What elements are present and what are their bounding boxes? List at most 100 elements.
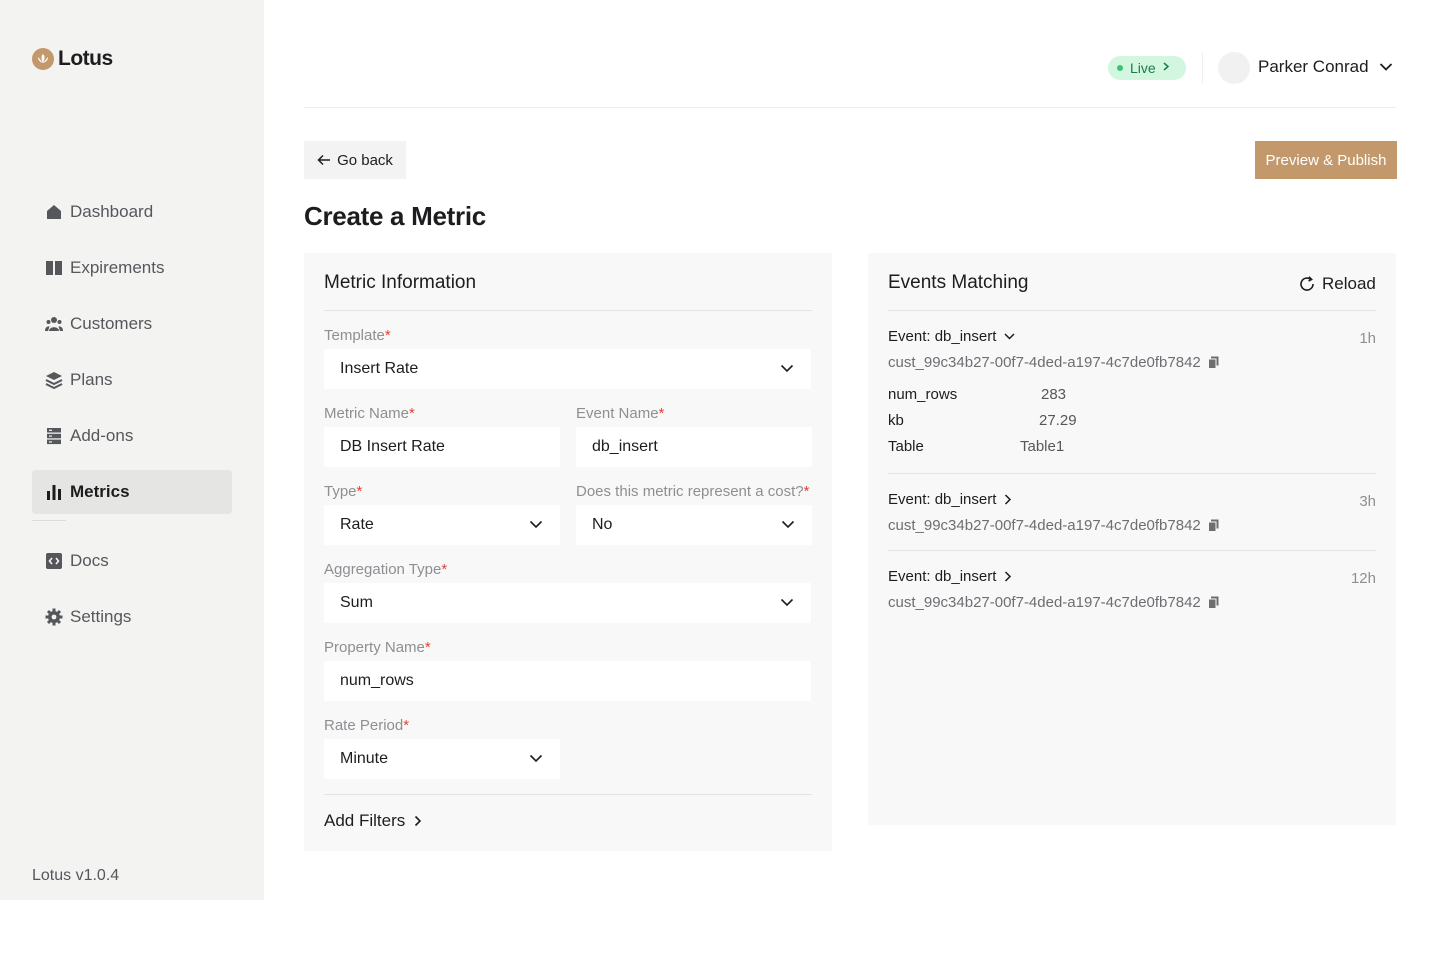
- event-name-value: db_insert: [592, 438, 658, 455]
- is-cost-select[interactable]: No: [576, 505, 812, 545]
- chevron-down-icon: [529, 520, 543, 529]
- property-key: kb: [888, 412, 904, 429]
- sidebar-item-label: Docs: [70, 551, 109, 570]
- is-cost-label: Does this metric represent a cost?*: [576, 483, 810, 500]
- metric-name-input[interactable]: DB Insert Rate: [324, 427, 560, 467]
- template-value: Insert Rate: [340, 360, 419, 377]
- sidebar-item-metrics[interactable]: Metrics: [32, 470, 232, 514]
- chevron-down-icon: [529, 754, 543, 763]
- event-customer: cust_99c34b27-00f7-4ded-a197-4c7de0fb784…: [888, 594, 1376, 611]
- metric-information-panel: Metric Information Template* Insert Rate…: [304, 253, 832, 851]
- logo[interactable]: Lotus: [32, 47, 113, 71]
- chevron-down-icon[interactable]: [1379, 62, 1393, 72]
- copy-icon[interactable]: [1207, 519, 1219, 532]
- aggregation-type-label: Aggregation Type*: [324, 561, 448, 578]
- chevron-down-icon: [1004, 333, 1015, 340]
- event-name-input[interactable]: db_insert: [576, 427, 812, 467]
- metric-name-label: Metric Name*: [324, 405, 415, 422]
- sidebar-item-plans[interactable]: Plans: [32, 358, 232, 402]
- event-time: 12h: [1350, 570, 1376, 587]
- add-filters-button[interactable]: Add Filters: [324, 811, 422, 831]
- property-key: num_rows: [888, 386, 958, 403]
- property-key: Table: [888, 438, 924, 455]
- template-select[interactable]: Insert Rate: [324, 349, 811, 389]
- sidebar: Lotus Dashboard Expirements Customers Pl…: [0, 0, 264, 900]
- event-toggle[interactable]: Event: db_insert: [888, 491, 1376, 508]
- refresh-icon: [1300, 276, 1314, 291]
- rate-period-value: Minute: [340, 750, 389, 767]
- event-property-row: Table Table1: [888, 438, 1188, 455]
- sidebar-item-docs[interactable]: Docs: [32, 539, 232, 583]
- sidebar-item-label: Metrics: [70, 482, 130, 501]
- panel-title: Metric Information: [324, 272, 477, 293]
- aggregation-type-value: Sum: [340, 594, 373, 611]
- event-name: Event: db_insert: [888, 328, 997, 345]
- property-name-value: num_rows: [340, 672, 414, 689]
- sidebar-item-label: Add-ons: [70, 426, 134, 445]
- property-value: 27.29: [1039, 412, 1077, 429]
- avatar[interactable]: [1218, 52, 1250, 84]
- template-label: Template*: [324, 327, 391, 344]
- chevron-down-icon: [780, 598, 794, 607]
- sidebar-divider: [32, 520, 66, 521]
- event-divider: [888, 550, 1376, 551]
- sidebar-item-label: Customers: [70, 314, 153, 333]
- sidebar-item-expirements[interactable]: Expirements: [32, 246, 232, 290]
- property-value: Table1: [1020, 438, 1065, 455]
- sidebar-item-add-ons[interactable]: Add-ons: [32, 414, 232, 458]
- chevron-right-icon: [1005, 571, 1012, 582]
- go-back-label: Go back: [337, 151, 393, 169]
- chevron-right-icon: [1005, 494, 1012, 505]
- event-item: Event: db_insert 12h cust_99c34b27-00f7-…: [888, 568, 1376, 611]
- is-cost-value: No: [592, 516, 613, 533]
- preview-publish-button[interactable]: Preview & Publish: [1255, 141, 1397, 179]
- environment-badge[interactable]: Live: [1108, 56, 1186, 80]
- sidebar-item-settings[interactable]: Settings: [32, 595, 232, 639]
- customer-id: cust_99c34b27-00f7-4ded-a197-4c7de0fb784…: [888, 354, 1201, 371]
- copy-icon[interactable]: [1207, 356, 1219, 369]
- event-divider: [888, 473, 1376, 474]
- sidebar-item-label: Dashboard: [70, 202, 154, 221]
- add-filters-label: Add Filters: [324, 811, 406, 830]
- lotus-logo-icon: [32, 48, 54, 70]
- type-label: Type*: [324, 483, 363, 500]
- event-toggle[interactable]: Event: db_insert: [888, 328, 1376, 345]
- property-name-input[interactable]: num_rows: [324, 661, 811, 701]
- chevron-down-icon: [781, 520, 795, 529]
- bar-chart-icon: [47, 485, 61, 500]
- chevron-down-icon: [780, 364, 794, 373]
- layers-icon: [45, 372, 63, 389]
- event-time: 1h: [1359, 330, 1376, 347]
- arrow-left-icon: [317, 154, 331, 166]
- header-divider: [1202, 52, 1203, 84]
- rate-period-select[interactable]: Minute: [324, 739, 560, 779]
- book-icon: [46, 261, 62, 275]
- sidebar-item-customers[interactable]: Customers: [32, 302, 232, 346]
- reload-button[interactable]: Reload: [1298, 274, 1376, 294]
- app-version: Lotus v1.0.4: [32, 867, 120, 884]
- code-icon: [46, 553, 62, 569]
- event-toggle[interactable]: Event: db_insert: [888, 568, 1376, 585]
- event-name: Event: db_insert: [888, 568, 997, 585]
- home-icon: [47, 205, 61, 219]
- panel-title: Events Matching: [888, 272, 1029, 293]
- property-value: 283: [1041, 386, 1067, 403]
- sidebar-nav: Dashboard Expirements Customers Plans Ad…: [32, 190, 232, 651]
- user-name[interactable]: Parker Conrad: [1258, 57, 1369, 77]
- metric-name-value: DB Insert Rate: [340, 438, 445, 455]
- type-select[interactable]: Rate: [324, 505, 560, 545]
- users-icon: [45, 317, 63, 331]
- event-customer: cust_99c34b27-00f7-4ded-a197-4c7de0fb784…: [888, 517, 1376, 534]
- panel-divider: [324, 794, 812, 795]
- sidebar-item-dashboard[interactable]: Dashboard: [32, 190, 232, 234]
- copy-icon[interactable]: [1207, 596, 1219, 609]
- go-back-button[interactable]: Go back: [304, 141, 406, 179]
- events-matching-panel: Events Matching Reload Event: db_insert …: [868, 253, 1396, 825]
- aggregation-type-select[interactable]: Sum: [324, 583, 811, 623]
- chevron-right-icon: [1163, 62, 1169, 74]
- event-property-row: num_rows 283: [888, 386, 1188, 403]
- customer-id: cust_99c34b27-00f7-4ded-a197-4c7de0fb784…: [888, 594, 1201, 611]
- event-name: Event: db_insert: [888, 491, 997, 508]
- rate-period-label: Rate Period*: [324, 717, 410, 734]
- event-item: Event: db_insert 3h cust_99c34b27-00f7-4…: [888, 491, 1376, 534]
